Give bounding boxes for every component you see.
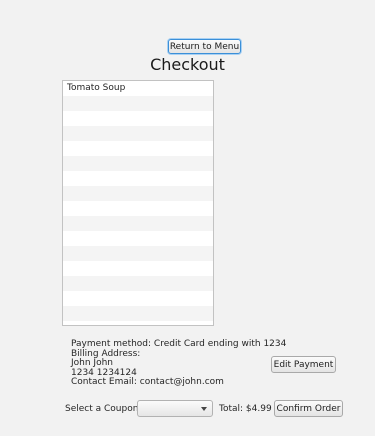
contact-email: Contact Email: contact@john.com [71, 377, 224, 387]
list-item-empty[interactable] [63, 171, 213, 186]
coupon-label: Select a Coupon [65, 404, 139, 414]
return-to-menu-button[interactable]: Return to Menu [168, 39, 241, 54]
list-item-empty[interactable] [63, 111, 213, 126]
list-item-empty[interactable] [63, 276, 213, 291]
list-item-empty[interactable] [63, 261, 213, 276]
list-item-empty[interactable] [63, 126, 213, 141]
list-item-empty[interactable] [63, 231, 213, 246]
list-item-empty[interactable] [63, 246, 213, 261]
list-item-empty[interactable] [63, 96, 213, 111]
coupon-select[interactable] [137, 400, 213, 417]
order-items-list[interactable]: Tomato Soup [62, 80, 214, 326]
edit-payment-button[interactable]: Edit Payment [271, 356, 336, 373]
list-item-empty[interactable] [63, 186, 213, 201]
list-item-empty[interactable] [63, 306, 213, 321]
page-title: Checkout [150, 55, 225, 74]
order-total: Total: $4.99 [219, 404, 272, 414]
chevron-down-icon [201, 407, 207, 411]
list-item-empty[interactable] [63, 156, 213, 171]
list-item[interactable]: Tomato Soup [63, 81, 213, 96]
list-item-empty[interactable] [63, 141, 213, 156]
list-item-empty[interactable] [63, 201, 213, 216]
list-item-empty[interactable] [63, 216, 213, 231]
confirm-order-button[interactable]: Confirm Order [274, 400, 343, 417]
payment-info: Payment method: Credit Card ending with … [71, 339, 286, 388]
list-item-empty[interactable] [63, 291, 213, 306]
